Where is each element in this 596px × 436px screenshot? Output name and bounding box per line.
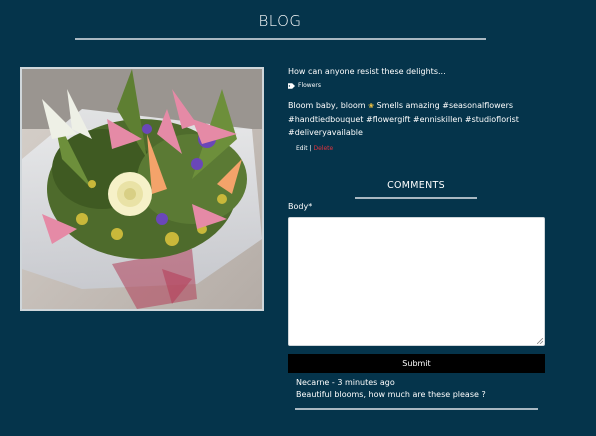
page-title: BLOG bbox=[258, 12, 302, 30]
title-divider bbox=[75, 38, 486, 40]
category-label: Flowers bbox=[298, 82, 321, 89]
delete-link[interactable]: Delete bbox=[314, 145, 334, 152]
action-separator: | bbox=[309, 145, 312, 152]
bouquet-photo bbox=[22, 69, 262, 309]
post-body: Bloom baby, bloom ❀ Smells amazing #seas… bbox=[288, 99, 553, 139]
body-field-label: Body* bbox=[288, 202, 313, 211]
submit-button[interactable]: Submit bbox=[288, 354, 545, 373]
comment-body-textarea[interactable] bbox=[288, 217, 545, 346]
post-title: How can anyone resist these delights... bbox=[288, 67, 446, 76]
tag-icon bbox=[288, 82, 295, 89]
post-category[interactable]: Flowers bbox=[288, 82, 321, 89]
comments-heading: COMMENTS bbox=[387, 180, 445, 191]
edit-link[interactable]: Edit bbox=[296, 145, 308, 152]
comment-text: Beautiful blooms, how much are these ple… bbox=[296, 390, 486, 399]
comments-divider bbox=[355, 197, 477, 199]
post-actions: Edit | Delete bbox=[296, 145, 333, 152]
post-image bbox=[20, 67, 264, 311]
comment-divider bbox=[295, 408, 538, 410]
resize-grip-icon[interactable] bbox=[537, 338, 543, 344]
comment-meta: Necarne - 3 minutes ago bbox=[296, 378, 395, 387]
post-body-start: Bloom baby, bloom bbox=[288, 101, 366, 110]
blog-page: BLOG How can anyone resist these delight… bbox=[0, 0, 596, 436]
